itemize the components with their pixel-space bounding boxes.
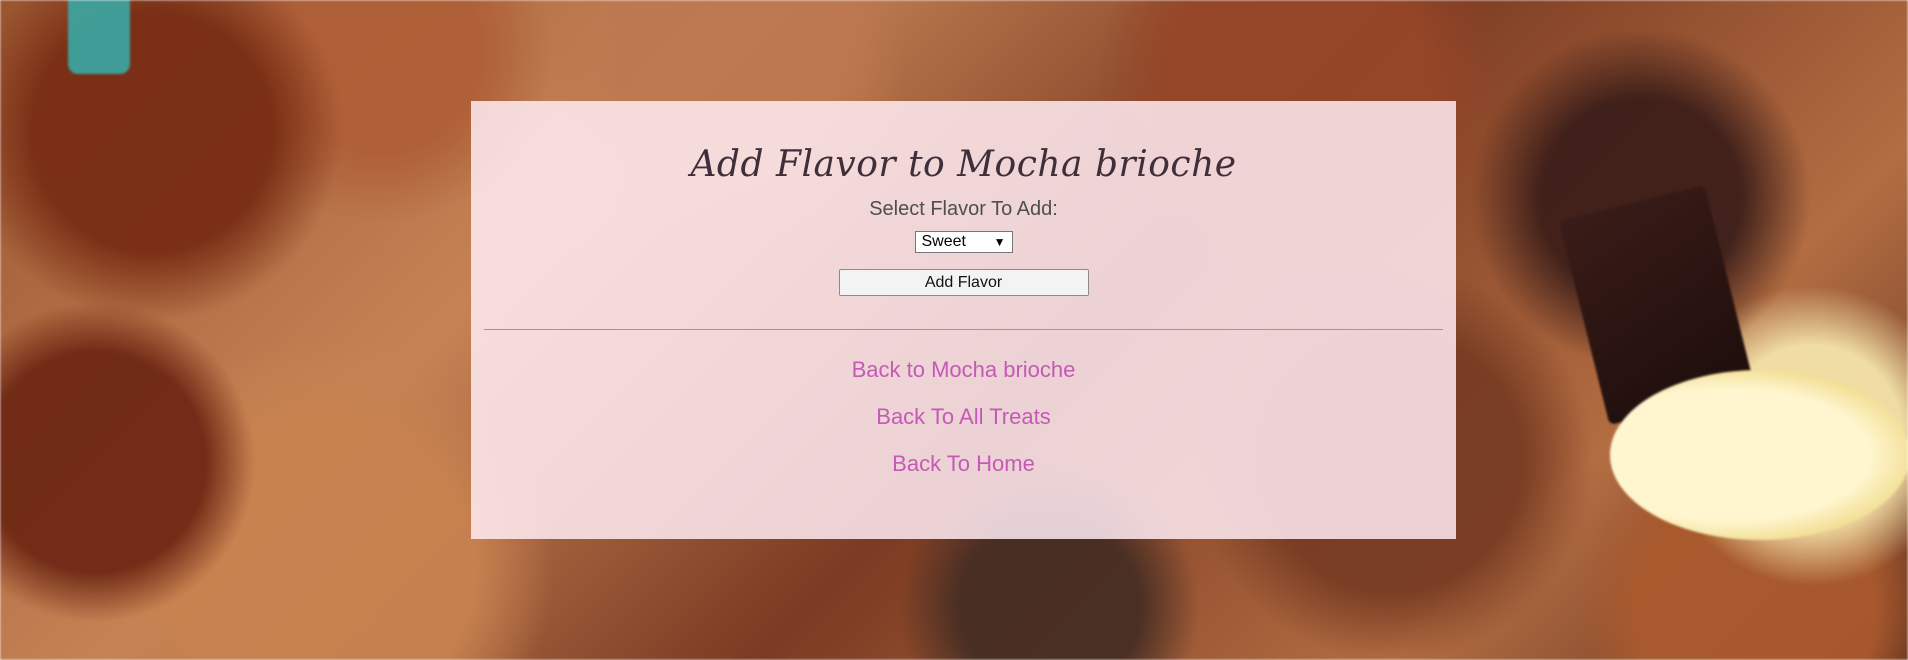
content-panel: Add Flavor to Mocha brioche Select Flavo… <box>471 101 1456 539</box>
page-title: Add Flavor to Mocha brioche <box>690 144 1237 185</box>
back-to-home-link[interactable]: Back To Home <box>471 440 1456 487</box>
nav-links: Back to Mocha brioche Back To All Treats… <box>471 346 1456 487</box>
flavor-select-label: Select Flavor To Add: <box>869 198 1058 221</box>
dropdown-arrow-icon: ▼ <box>993 235 1006 250</box>
add-flavor-button[interactable]: Add Flavor <box>838 269 1089 297</box>
flavor-select[interactable]: Sweet ▼ <box>914 231 1013 254</box>
back-to-all-treats-link[interactable]: Back To All Treats <box>471 393 1456 440</box>
flavor-select-wrapper: Sweet ▼ <box>471 231 1456 254</box>
back-to-treat-link[interactable]: Back to Mocha brioche <box>471 346 1456 393</box>
flavor-select-value: Sweet <box>921 233 966 251</box>
divider <box>484 329 1443 331</box>
background-decoration <box>68 0 130 74</box>
background-cream <box>1610 370 1908 540</box>
submit-wrapper: Add Flavor <box>471 269 1456 297</box>
